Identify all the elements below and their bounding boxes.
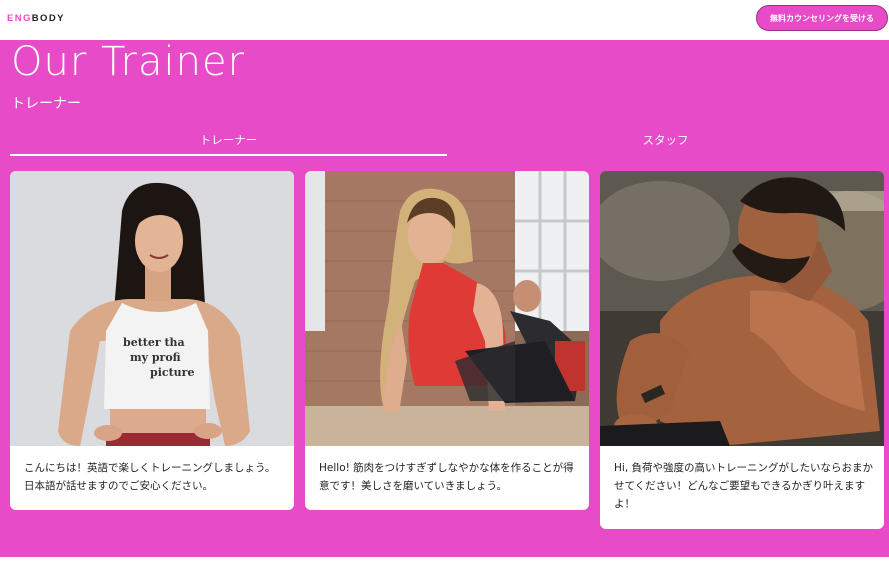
tab-staff[interactable]: スタッフ (447, 132, 884, 156)
trainer-section: Our Trainer トレーナー トレーナー スタッフ better tha (0, 39, 889, 557)
free-counseling-button[interactable]: 無料カウンセリングを受ける (756, 5, 888, 31)
shirt-text: better tha (123, 336, 185, 349)
trainer-card: Hello! 筋肉をつけすぎずしなやかな体を作ることが得意です！美しさを磨いてい… (305, 171, 589, 510)
trainer-intro: Hi, 負荷や強度の高いトレーニングがしたいならおまかせてください！どんなご要望… (614, 462, 873, 510)
trainer-intro: Hello! 筋肉をつけすぎずしなやかな体を作ることが得意です！美しさを磨いてい… (319, 462, 574, 492)
logo-rest: BODY (31, 13, 65, 24)
trainer-photo (305, 171, 589, 446)
section-title: Our Trainer (11, 39, 246, 85)
trainer-card: better tha my profi picture こんにちは！英語で楽しく… (10, 171, 294, 510)
shirt-text-2: my profi (130, 351, 181, 364)
section-subtitle: トレーナー (11, 96, 81, 112)
trainer-intro: こんにちは！英語で楽しくトレーニングしましょう。日本語が話せますのでご安心くださ… (24, 462, 276, 492)
shirt-text-3: picture (150, 366, 194, 379)
trainer-photo (600, 171, 884, 446)
logo-accent: ENG (7, 13, 32, 24)
trainer-photo: better tha my profi picture (10, 171, 294, 446)
tab-trainer[interactable]: トレーナー (10, 132, 447, 156)
trainer-card: Hi, 負荷や強度の高いトレーニングがしたいならおまかせてください！どんなご要望… (600, 171, 884, 529)
logo[interactable]: ENGBODY (7, 13, 65, 24)
site-header: ENGBODY 無料カウンセリングを受ける (0, 0, 889, 40)
